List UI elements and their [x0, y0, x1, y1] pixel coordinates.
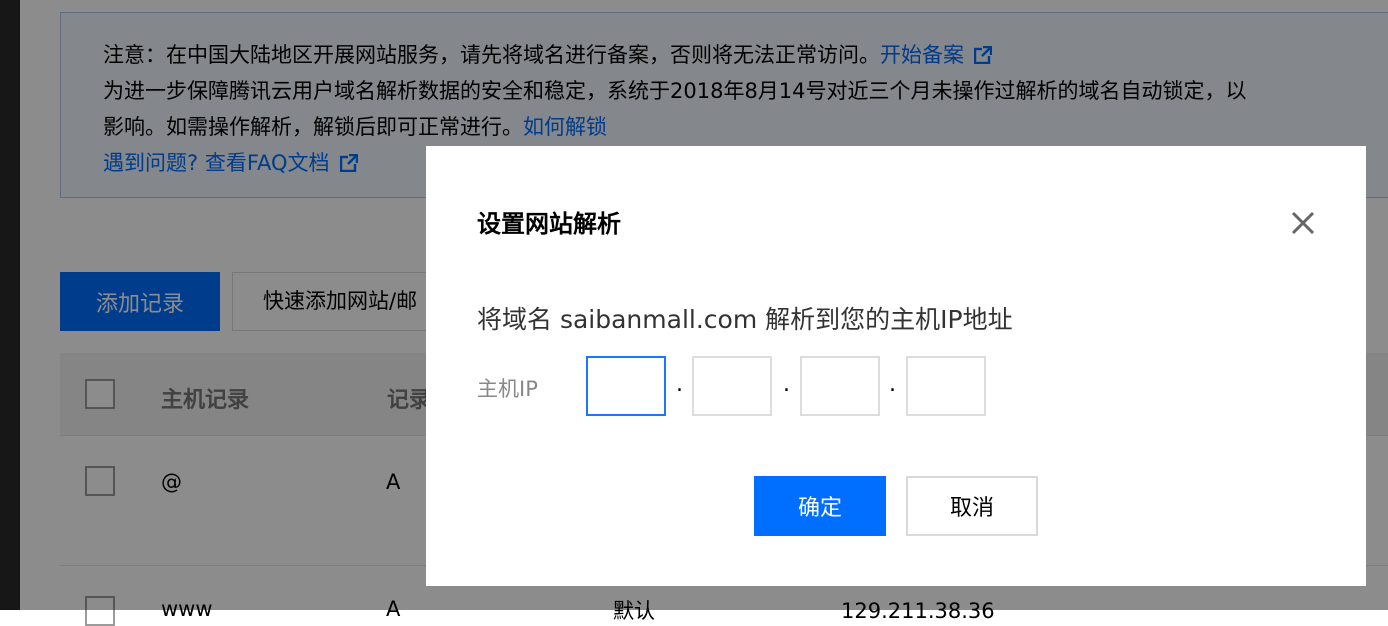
- dialog-description: 将域名 saibanmall.com 解析到您的主机IP地址: [477, 305, 1013, 334]
- ip-separator: .: [889, 372, 896, 397]
- set-site-resolution-dialog: 设置网站解析 将域名 saibanmall.com 解析到您的主机IP地址 主机…: [426, 146, 1366, 586]
- ip-octet-1-input[interactable]: [586, 356, 666, 416]
- ip-octet-3-input[interactable]: [800, 356, 880, 416]
- close-icon[interactable]: [1288, 208, 1318, 238]
- ip-octet-2-input[interactable]: [692, 356, 772, 416]
- confirm-button[interactable]: 确定: [754, 476, 886, 536]
- host-ip-label: 主机IP: [477, 377, 538, 401]
- dialog-title: 设置网站解析: [477, 210, 621, 238]
- cancel-button[interactable]: 取消: [906, 476, 1038, 536]
- ip-octet-4-input[interactable]: [906, 356, 986, 416]
- ip-separator: .: [676, 372, 683, 397]
- ip-separator: .: [783, 372, 790, 397]
